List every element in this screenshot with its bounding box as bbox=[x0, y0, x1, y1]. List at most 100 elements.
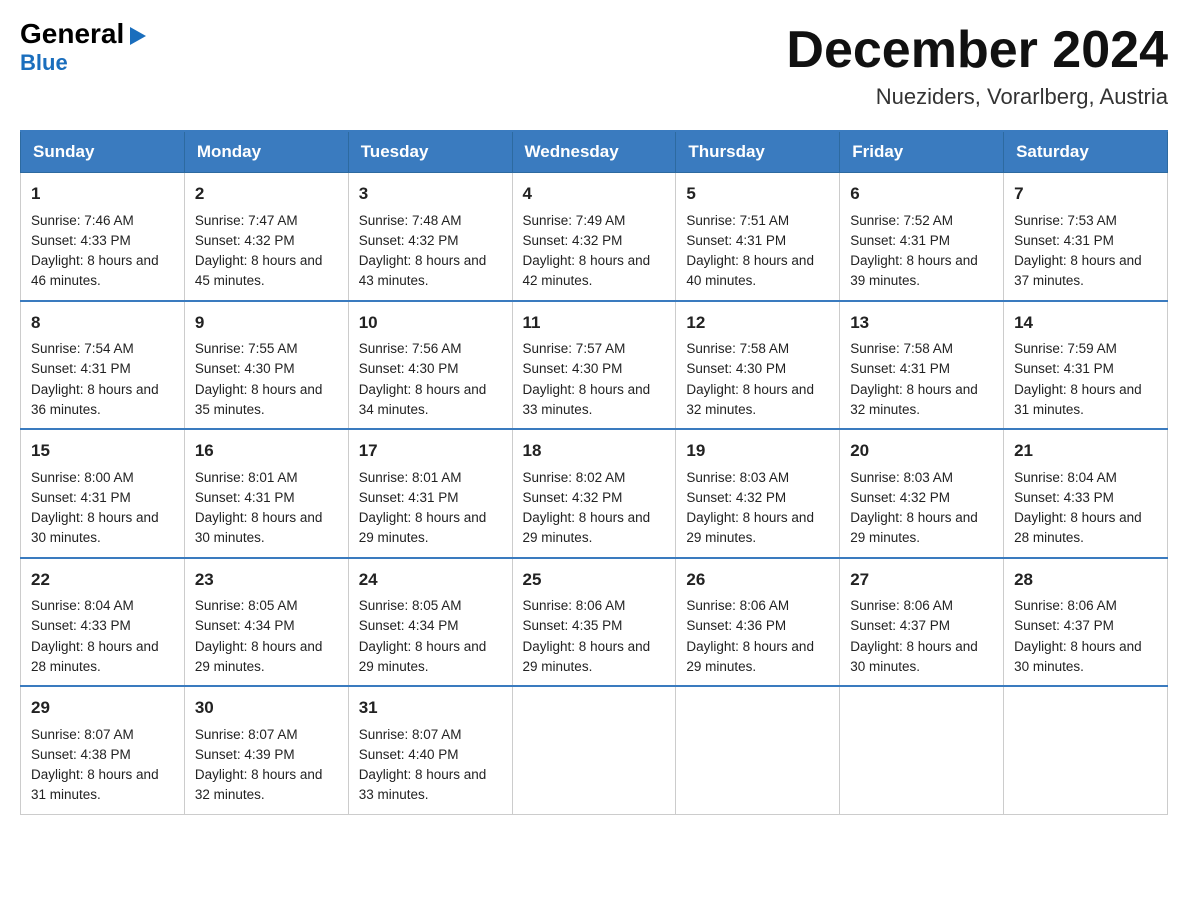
day-number: 3 bbox=[359, 181, 502, 207]
sunset-text: Sunset: 4:30 PM bbox=[195, 359, 338, 379]
daylight-text: Daylight: 8 hours and 29 minutes. bbox=[359, 508, 502, 549]
daylight-text: Daylight: 8 hours and 42 minutes. bbox=[523, 251, 666, 292]
sunset-text: Sunset: 4:31 PM bbox=[31, 359, 174, 379]
table-row: 16Sunrise: 8:01 AMSunset: 4:31 PMDayligh… bbox=[184, 429, 348, 558]
table-row: 10Sunrise: 7:56 AMSunset: 4:30 PMDayligh… bbox=[348, 301, 512, 430]
table-row: 19Sunrise: 8:03 AMSunset: 4:32 PMDayligh… bbox=[676, 429, 840, 558]
day-number: 17 bbox=[359, 438, 502, 464]
sunrise-text: Sunrise: 7:55 AM bbox=[195, 339, 338, 359]
day-number: 7 bbox=[1014, 181, 1157, 207]
sunrise-text: Sunrise: 8:02 AM bbox=[523, 468, 666, 488]
daylight-text: Daylight: 8 hours and 29 minutes. bbox=[359, 637, 502, 678]
calendar-week-row: 29Sunrise: 8:07 AMSunset: 4:38 PMDayligh… bbox=[21, 686, 1168, 814]
sunset-text: Sunset: 4:31 PM bbox=[31, 488, 174, 508]
daylight-text: Daylight: 8 hours and 39 minutes. bbox=[850, 251, 993, 292]
day-number: 1 bbox=[31, 181, 174, 207]
sunrise-text: Sunrise: 8:03 AM bbox=[850, 468, 993, 488]
day-number: 13 bbox=[850, 310, 993, 336]
daylight-text: Daylight: 8 hours and 29 minutes. bbox=[523, 637, 666, 678]
sunset-text: Sunset: 4:31 PM bbox=[850, 359, 993, 379]
sunrise-text: Sunrise: 7:54 AM bbox=[31, 339, 174, 359]
table-row: 3Sunrise: 7:48 AMSunset: 4:32 PMDaylight… bbox=[348, 173, 512, 301]
table-row: 24Sunrise: 8:05 AMSunset: 4:34 PMDayligh… bbox=[348, 558, 512, 687]
sunset-text: Sunset: 4:37 PM bbox=[1014, 616, 1157, 636]
day-number: 24 bbox=[359, 567, 502, 593]
sunrise-text: Sunrise: 7:49 AM bbox=[523, 211, 666, 231]
table-row: 21Sunrise: 8:04 AMSunset: 4:33 PMDayligh… bbox=[1004, 429, 1168, 558]
table-row: 20Sunrise: 8:03 AMSunset: 4:32 PMDayligh… bbox=[840, 429, 1004, 558]
table-row: 4Sunrise: 7:49 AMSunset: 4:32 PMDaylight… bbox=[512, 173, 676, 301]
day-number: 9 bbox=[195, 310, 338, 336]
daylight-text: Daylight: 8 hours and 30 minutes. bbox=[1014, 637, 1157, 678]
daylight-text: Daylight: 8 hours and 30 minutes. bbox=[31, 508, 174, 549]
sunrise-text: Sunrise: 8:00 AM bbox=[31, 468, 174, 488]
sunrise-text: Sunrise: 7:58 AM bbox=[686, 339, 829, 359]
sunrise-text: Sunrise: 8:03 AM bbox=[686, 468, 829, 488]
sunset-text: Sunset: 4:38 PM bbox=[31, 745, 174, 765]
daylight-text: Daylight: 8 hours and 35 minutes. bbox=[195, 380, 338, 421]
table-row: 7Sunrise: 7:53 AMSunset: 4:31 PMDaylight… bbox=[1004, 173, 1168, 301]
day-number: 31 bbox=[359, 695, 502, 721]
calendar-week-row: 22Sunrise: 8:04 AMSunset: 4:33 PMDayligh… bbox=[21, 558, 1168, 687]
daylight-text: Daylight: 8 hours and 33 minutes. bbox=[523, 380, 666, 421]
table-row: 15Sunrise: 8:00 AMSunset: 4:31 PMDayligh… bbox=[21, 429, 185, 558]
daylight-text: Daylight: 8 hours and 29 minutes. bbox=[523, 508, 666, 549]
sunrise-text: Sunrise: 7:52 AM bbox=[850, 211, 993, 231]
sunset-text: Sunset: 4:31 PM bbox=[850, 231, 993, 251]
daylight-text: Daylight: 8 hours and 33 minutes. bbox=[359, 765, 502, 806]
sunset-text: Sunset: 4:40 PM bbox=[359, 745, 502, 765]
daylight-text: Daylight: 8 hours and 43 minutes. bbox=[359, 251, 502, 292]
table-row: 2Sunrise: 7:47 AMSunset: 4:32 PMDaylight… bbox=[184, 173, 348, 301]
daylight-text: Daylight: 8 hours and 32 minutes. bbox=[686, 380, 829, 421]
header-wednesday: Wednesday bbox=[512, 131, 676, 173]
calendar-header-row: Sunday Monday Tuesday Wednesday Thursday… bbox=[21, 131, 1168, 173]
sunset-text: Sunset: 4:32 PM bbox=[523, 488, 666, 508]
sunset-text: Sunset: 4:31 PM bbox=[195, 488, 338, 508]
sunset-text: Sunset: 4:34 PM bbox=[359, 616, 502, 636]
table-row: 30Sunrise: 8:07 AMSunset: 4:39 PMDayligh… bbox=[184, 686, 348, 814]
sunset-text: Sunset: 4:39 PM bbox=[195, 745, 338, 765]
title-section: December 2024 Nueziders, Vorarlberg, Aus… bbox=[786, 20, 1168, 110]
sunrise-text: Sunrise: 8:07 AM bbox=[31, 725, 174, 745]
table-row: 28Sunrise: 8:06 AMSunset: 4:37 PMDayligh… bbox=[1004, 558, 1168, 687]
sunset-text: Sunset: 4:33 PM bbox=[1014, 488, 1157, 508]
header-sunday: Sunday bbox=[21, 131, 185, 173]
sunset-text: Sunset: 4:31 PM bbox=[1014, 231, 1157, 251]
day-number: 18 bbox=[523, 438, 666, 464]
sunset-text: Sunset: 4:34 PM bbox=[195, 616, 338, 636]
sunset-text: Sunset: 4:30 PM bbox=[523, 359, 666, 379]
logo-blue: Blue bbox=[20, 50, 68, 76]
table-row: 17Sunrise: 8:01 AMSunset: 4:31 PMDayligh… bbox=[348, 429, 512, 558]
month-title: December 2024 bbox=[786, 20, 1168, 80]
header-friday: Friday bbox=[840, 131, 1004, 173]
table-row: 26Sunrise: 8:06 AMSunset: 4:36 PMDayligh… bbox=[676, 558, 840, 687]
calendar-week-row: 15Sunrise: 8:00 AMSunset: 4:31 PMDayligh… bbox=[21, 429, 1168, 558]
daylight-text: Daylight: 8 hours and 30 minutes. bbox=[195, 508, 338, 549]
sunrise-text: Sunrise: 8:06 AM bbox=[850, 596, 993, 616]
day-number: 11 bbox=[523, 310, 666, 336]
header-tuesday: Tuesday bbox=[348, 131, 512, 173]
sunset-text: Sunset: 4:32 PM bbox=[686, 488, 829, 508]
table-row: 8Sunrise: 7:54 AMSunset: 4:31 PMDaylight… bbox=[21, 301, 185, 430]
sunrise-text: Sunrise: 7:57 AM bbox=[523, 339, 666, 359]
day-number: 12 bbox=[686, 310, 829, 336]
sunset-text: Sunset: 4:33 PM bbox=[31, 231, 174, 251]
daylight-text: Daylight: 8 hours and 37 minutes. bbox=[1014, 251, 1157, 292]
table-row bbox=[512, 686, 676, 814]
table-row: 11 Sunrise: 7:57 AMSunset: 4:30 PMDayligh… bbox=[512, 301, 676, 430]
daylight-text: Daylight: 8 hours and 34 minutes. bbox=[359, 380, 502, 421]
day-number: 29 bbox=[31, 695, 174, 721]
sunrise-text: Sunrise: 7:47 AM bbox=[195, 211, 338, 231]
daylight-text: Daylight: 8 hours and 45 minutes. bbox=[195, 251, 338, 292]
sunset-text: Sunset: 4:31 PM bbox=[686, 231, 829, 251]
sunset-text: Sunset: 4:36 PM bbox=[686, 616, 829, 636]
table-row: 14Sunrise: 7:59 AMSunset: 4:31 PMDayligh… bbox=[1004, 301, 1168, 430]
day-number: 27 bbox=[850, 567, 993, 593]
daylight-text: Daylight: 8 hours and 31 minutes. bbox=[31, 765, 174, 806]
table-row: 22Sunrise: 8:04 AMSunset: 4:33 PMDayligh… bbox=[21, 558, 185, 687]
sunrise-text: Sunrise: 7:58 AM bbox=[850, 339, 993, 359]
sunrise-text: Sunrise: 8:06 AM bbox=[686, 596, 829, 616]
sunset-text: Sunset: 4:32 PM bbox=[359, 231, 502, 251]
day-number: 14 bbox=[1014, 310, 1157, 336]
sunrise-text: Sunrise: 8:01 AM bbox=[195, 468, 338, 488]
